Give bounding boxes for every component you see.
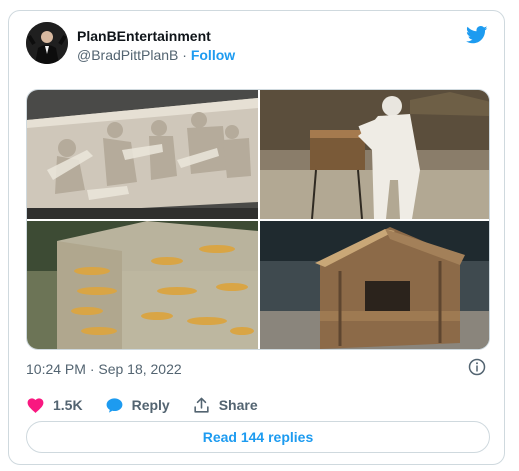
follow-link[interactable]: Follow: [191, 47, 235, 63]
media-grid: [26, 89, 490, 350]
tweet-card: PlanBEntertainment @BradPittPlanB · Foll…: [8, 10, 505, 465]
info-icon[interactable]: [468, 358, 486, 376]
heart-icon: [27, 397, 44, 413]
handle-separator: ·: [178, 47, 191, 63]
media-photo-figure-box[interactable]: [260, 90, 489, 219]
like-button[interactable]: 1.5K: [26, 396, 83, 415]
author-handle[interactable]: @BradPittPlanB: [77, 47, 178, 63]
author-line: @BradPittPlanB · Follow: [77, 47, 235, 63]
media-photo-relief[interactable]: [27, 90, 258, 219]
twitter-bird-icon[interactable]: [466, 26, 488, 44]
tweet-timestamp[interactable]: 10:24 PM · Sep 18, 2022: [26, 361, 182, 377]
share-upload-icon: [194, 397, 209, 413]
reply-bubble-icon: [106, 397, 122, 413]
like-count: 1.5K: [53, 397, 83, 413]
reply-label: Reply: [131, 397, 170, 413]
share-button[interactable]: Share: [192, 396, 258, 415]
author-display-name[interactable]: PlanBEntertainment: [77, 28, 211, 44]
read-replies-button[interactable]: Read 144 replies: [26, 421, 490, 453]
media-photo-wooden-house[interactable]: [260, 221, 489, 349]
reply-button[interactable]: Reply: [105, 396, 170, 415]
media-photo-resin-house[interactable]: [27, 221, 258, 349]
action-bar: 1.5K Reply Share: [26, 394, 280, 416]
avatar[interactable]: [26, 22, 68, 64]
share-label: Share: [218, 397, 258, 413]
